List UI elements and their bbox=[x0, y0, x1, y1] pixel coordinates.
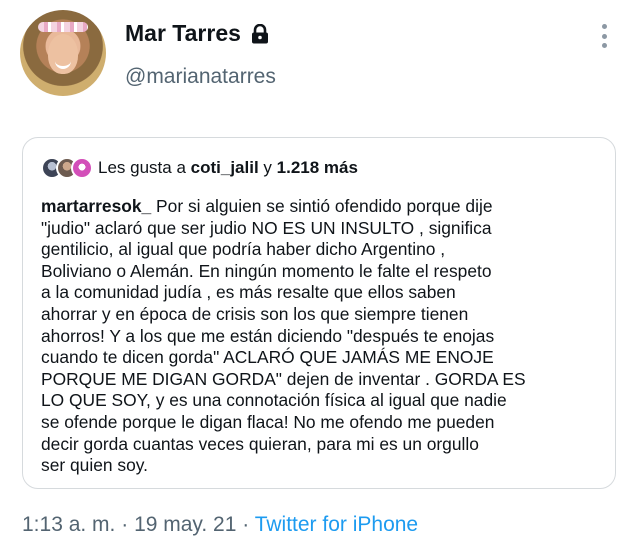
lock-icon bbox=[251, 23, 269, 44]
liker-username[interactable]: coti_jalil bbox=[191, 158, 259, 177]
tweet-source-link[interactable]: Twitter for iPhone bbox=[255, 513, 418, 536]
caption-line: martarresok_ Por si alguien se sintió of… bbox=[41, 196, 601, 218]
avatar[interactable] bbox=[20, 10, 106, 96]
caption-line: ahorrar y en época de crisis son los que… bbox=[41, 303, 469, 324]
caption-line: cuando te dicen gorda" ACLARÓ QUE JAMÁS … bbox=[41, 347, 494, 368]
post-caption: martarresok_ Por si alguien se sintió of… bbox=[41, 196, 601, 477]
caption-line: decir gorda cuantas veces quieran, para … bbox=[41, 433, 479, 454]
caption-line: LO QUE SOY, y es una connotación física … bbox=[41, 390, 507, 411]
likes-conjunction: y bbox=[263, 158, 272, 177]
caption-line: PORQUE ME DIGAN GORDA" dejen de inventar… bbox=[41, 368, 526, 389]
caption-first-line: Por si alguien se sintió ofendido porque… bbox=[151, 196, 493, 216]
likes-text: Les gusta a coti_jalil y 1.218 más bbox=[98, 158, 358, 178]
caption-line: a la comunidad judía , es más resalte qu… bbox=[41, 282, 456, 303]
meta-separator: · bbox=[115, 513, 135, 536]
handle[interactable]: @marianatarres bbox=[125, 65, 276, 89]
tweet-date[interactable]: 19 may. 21 bbox=[134, 513, 236, 536]
likes-row[interactable]: Les gusta a coti_jalil y 1.218 más bbox=[41, 157, 358, 179]
display-name[interactable]: Mar Tarres bbox=[125, 20, 241, 47]
liker-avatar bbox=[71, 157, 93, 179]
likes-count[interactable]: 1.218 más bbox=[277, 158, 358, 177]
embedded-post-card[interactable]: Les gusta a coti_jalil y 1.218 más marta… bbox=[22, 137, 616, 489]
caption-line: ser quien soy. bbox=[41, 455, 148, 476]
caption-line: se ofende porque le digan flaca! No me o… bbox=[41, 411, 495, 432]
tweet-time[interactable]: 1:13 a. m. bbox=[22, 513, 115, 536]
caption-line: "judio" aclaró que ser judio NO ES UN IN… bbox=[41, 217, 492, 238]
likes-prefix: Les gusta a bbox=[98, 158, 186, 177]
liker-avatars bbox=[41, 157, 93, 179]
more-vertical-icon[interactable] bbox=[597, 24, 611, 48]
flower-crown bbox=[38, 22, 88, 32]
tweet-meta: 1:13 a. m. · 19 may. 21 · Twitter for iP… bbox=[22, 513, 418, 537]
post-author[interactable]: martarresok_ bbox=[41, 196, 151, 216]
caption-line: Boliviano o Alemán. En ningún momento le… bbox=[41, 260, 492, 281]
display-name-row[interactable]: Mar Tarres bbox=[125, 20, 269, 47]
meta-separator: · bbox=[236, 513, 255, 536]
caption-line: gentilicio, al igual que podría haber di… bbox=[41, 239, 446, 260]
caption-line: ahorros! Y a los que me están diciendo "… bbox=[41, 325, 495, 346]
